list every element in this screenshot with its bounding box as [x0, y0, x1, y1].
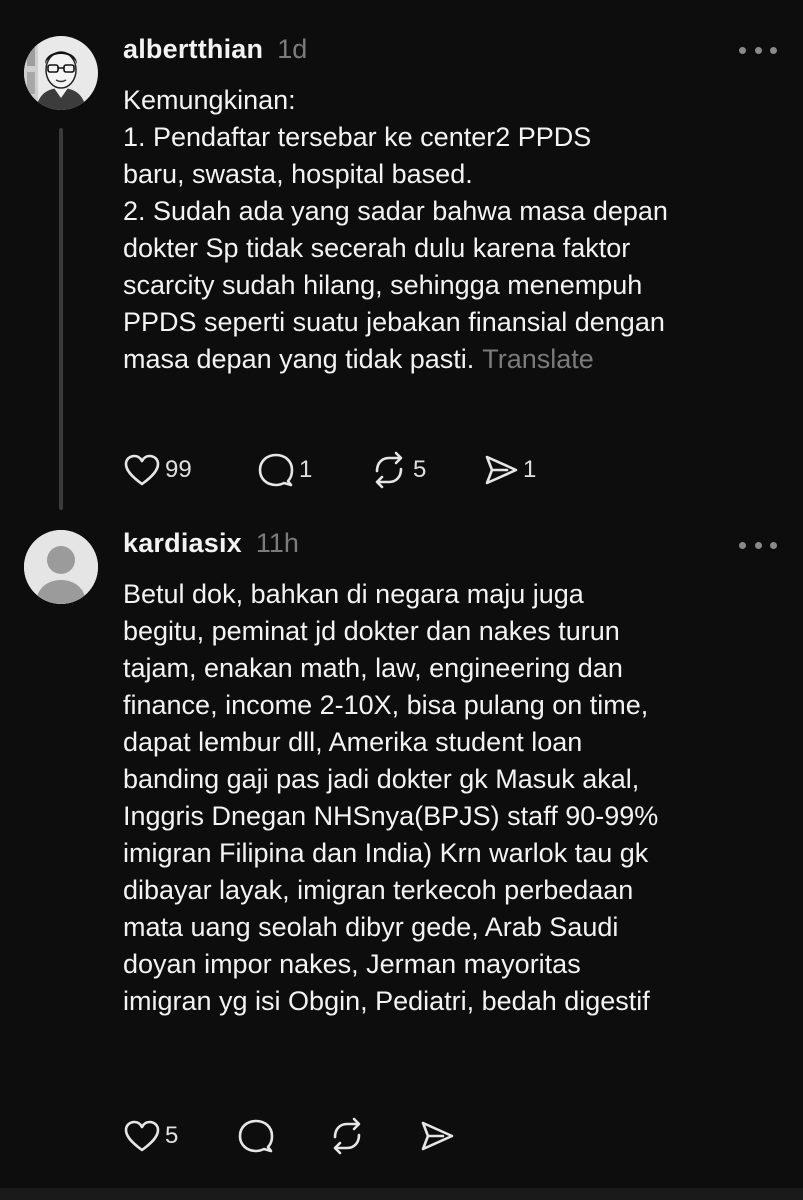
- post-text-line: dapat lembur dll, Amerika student loan: [123, 727, 583, 757]
- comment-bubble-icon: [238, 1119, 274, 1153]
- send-icon: [421, 1121, 454, 1151]
- post-text-line: banding gaji pas jadi dokter gk Masuk ak…: [123, 764, 640, 794]
- timestamp: 11h: [255, 528, 299, 558]
- repost-icon: [333, 1117, 361, 1155]
- reply-button[interactable]: [237, 1116, 275, 1156]
- username[interactable]: kardiasix: [123, 528, 242, 559]
- heart-icon: [124, 1120, 160, 1152]
- share-button[interactable]: [419, 1116, 455, 1156]
- more-options-icon[interactable]: [739, 539, 777, 551]
- post-text-line: Inggris Dnegan NHSnya(BPJS) staff 90-99%: [123, 801, 659, 831]
- like-button[interactable]: 5: [123, 1116, 178, 1156]
- post-text-line: dibayar layak, imigran terkecoh perbedaa…: [123, 875, 634, 905]
- post-text-line: imigran Filipina dan India) Krn warlok t…: [123, 838, 649, 868]
- post-text-line: Betul dok, bahkan di negara maju juga: [123, 579, 584, 609]
- like-count: 5: [165, 1122, 179, 1149]
- bottom-divider: [0, 1188, 803, 1200]
- post-text-line: finance, income 2-10X, bisa pulang on ti…: [123, 690, 649, 720]
- thread-post-2: kardiasix 11h Betul dok, bahkan di negar…: [0, 0, 803, 1188]
- post-text-line: imigran yg isi Obgin, Pediatri, bedah di…: [123, 986, 650, 1016]
- post-text-line: begitu, peminat jd dokter dan nakes turu…: [123, 616, 620, 646]
- post-text-line: doyan impor nakes, Jerman mayoritas: [123, 949, 581, 979]
- default-user-avatar-icon: [24, 530, 98, 604]
- post-text-line: tajam, enakan math, law, engineering dan: [123, 653, 623, 683]
- post-text: Betul dok, bahkan di negara maju juga be…: [123, 576, 783, 1020]
- post-header: kardiasix 11h: [123, 528, 299, 559]
- avatar[interactable]: [24, 530, 98, 604]
- repost-button[interactable]: [327, 1116, 367, 1156]
- post-text-line: mata uang seolah dibyr gede, Arab Saudi: [123, 912, 619, 942]
